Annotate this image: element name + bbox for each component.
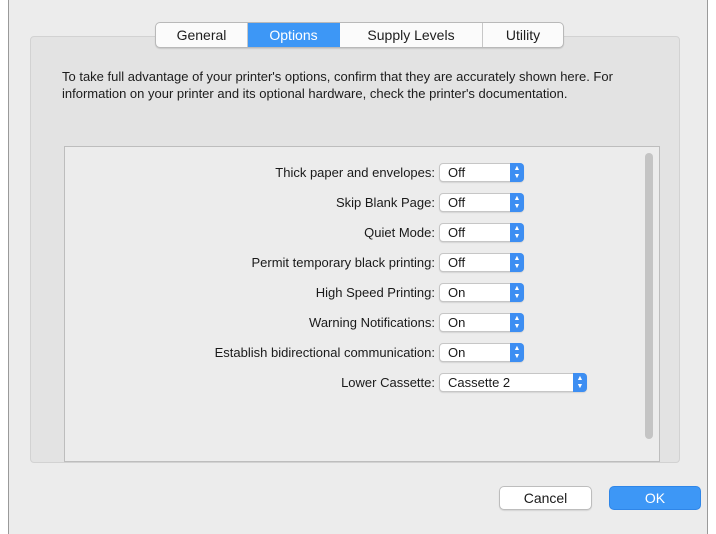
option-row-thick-paper: Thick paper and envelopes: Off ▲ ▼: [65, 163, 661, 183]
popup-value: Off: [448, 165, 466, 180]
up-down-arrows-icon: ▲ ▼: [510, 223, 524, 242]
high-speed-popup[interactable]: On ▲ ▼: [439, 283, 524, 302]
option-row-high-speed: High Speed Printing: On ▲ ▼: [65, 283, 661, 303]
ok-button[interactable]: OK: [609, 486, 701, 510]
tab-options[interactable]: Options: [248, 23, 340, 47]
tab-bar: General Options Supply Levels Utility: [155, 22, 564, 48]
popup-value: On: [448, 315, 466, 330]
option-row-lower-cassette: Lower Cassette: Cassette 2 ▲ ▼: [65, 373, 661, 393]
up-down-arrows-icon: ▲ ▼: [510, 313, 524, 332]
option-label: Quiet Mode:: [364, 225, 435, 240]
up-down-arrows-icon: ▲ ▼: [510, 193, 524, 212]
tab-utility[interactable]: Utility: [483, 23, 563, 47]
option-label: Lower Cassette:: [341, 375, 435, 390]
option-label: Skip Blank Page:: [335, 195, 435, 210]
popup-value: Cassette 2: [448, 375, 511, 390]
popup-value: On: [448, 285, 466, 300]
up-down-arrows-icon: ▲ ▼: [510, 343, 524, 362]
up-down-arrows-icon: ▲ ▼: [573, 373, 587, 392]
popup-value: On: [448, 345, 466, 360]
installable-options-panel: Thick paper and envelopes: Off ▲ ▼ Skip B…: [64, 146, 660, 462]
popup-value: Off: [448, 225, 466, 240]
option-label: Permit temporary black printing:: [251, 255, 435, 270]
warning-notifications-popup[interactable]: On ▲ ▼: [439, 313, 524, 332]
up-down-arrows-icon: ▲ ▼: [510, 253, 524, 272]
temporary-black-popup[interactable]: Off ▲ ▼: [439, 253, 524, 272]
quiet-mode-popup[interactable]: Off ▲ ▼: [439, 223, 524, 242]
options-description: To take full advantage of your printer's…: [62, 69, 613, 101]
up-down-arrows-icon: ▲ ▼: [510, 283, 524, 302]
option-row-warning-notifications: Warning Notifications: On ▲ ▼: [65, 313, 661, 333]
option-label: Warning Notifications:: [309, 315, 435, 330]
option-row-temporary-black: Permit temporary black printing: Off ▲ ▼: [65, 253, 661, 273]
up-down-arrows-icon: ▲ ▼: [510, 163, 524, 182]
skip-blank-page-popup[interactable]: Off ▲ ▼: [439, 193, 524, 212]
tab-general[interactable]: General: [156, 23, 248, 47]
cancel-button[interactable]: Cancel: [499, 486, 592, 510]
option-row-skip-blank-page: Skip Blank Page: Off ▲ ▼: [65, 193, 661, 213]
bidirectional-popup[interactable]: On ▲ ▼: [439, 343, 524, 362]
option-label: Thick paper and envelopes:: [275, 165, 435, 180]
popup-value: Off: [448, 255, 466, 270]
lower-cassette-popup[interactable]: Cassette 2 ▲ ▼: [439, 373, 587, 392]
option-label: Establish bidirectional communication:: [214, 345, 435, 360]
option-row-quiet-mode: Quiet Mode: Off ▲ ▼: [65, 223, 661, 243]
thick-paper-popup[interactable]: Off ▲ ▼: [439, 163, 524, 182]
option-label: High Speed Printing:: [315, 285, 435, 300]
tab-supply-levels[interactable]: Supply Levels: [340, 23, 483, 47]
popup-value: Off: [448, 195, 466, 210]
option-row-bidirectional: Establish bidirectional communication: O…: [65, 343, 661, 363]
